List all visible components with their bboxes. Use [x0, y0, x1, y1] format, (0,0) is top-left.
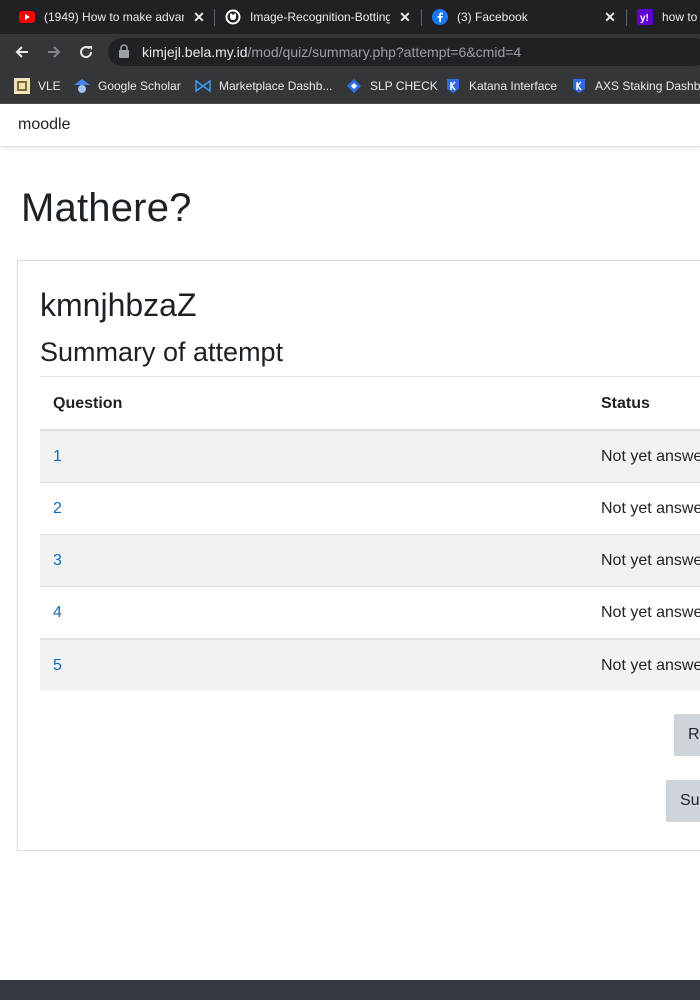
table-row: 1 Not yet answe [40, 430, 700, 482]
tab-github[interactable]: Image-Recognition-Botting ✕ [225, 0, 413, 34]
question-link[interactable]: 4 [53, 604, 62, 622]
bookmark-katana[interactable]: Katana Interface [445, 76, 557, 96]
github-icon [225, 9, 241, 25]
svg-text:y!: y! [640, 13, 649, 24]
bookmark-axs-staking[interactable]: AXS Staking Dashb... [571, 76, 700, 96]
table-header-row: Question Status [40, 377, 700, 431]
bookmark-slp-check[interactable]: SLP CHECK [346, 76, 438, 96]
return-to-attempt-button[interactable]: Re [674, 714, 700, 756]
question-status: Not yet answe [601, 500, 700, 517]
page-title: Mathere? [21, 186, 192, 230]
submit-all-button[interactable]: Sul [666, 780, 700, 822]
youtube-icon [19, 9, 35, 25]
quiz-name-heading: kmnjhbzaZ [40, 287, 197, 323]
tab-title: Image-Recognition-Botting [250, 10, 390, 24]
back-icon[interactable] [10, 40, 34, 64]
question-link[interactable]: 2 [53, 500, 62, 518]
bookmark-label: Google Scholar [98, 79, 181, 93]
table-row: 3 Not yet answe [40, 534, 700, 586]
tab-title: how to [662, 10, 698, 24]
url-text[interactable]: kimjejl.bela.my.id/mod/quiz/summary.php?… [142, 44, 521, 60]
google-scholar-icon [74, 78, 90, 94]
question-link[interactable]: 3 [53, 552, 62, 570]
bookmark-label: Katana Interface [469, 79, 558, 93]
tab-title: (3) Facebook [457, 10, 528, 24]
marketplace-icon [195, 78, 211, 94]
reload-icon[interactable] [74, 40, 98, 64]
site-name-link[interactable]: moodle [18, 116, 70, 134]
page-footer [0, 980, 700, 1000]
summary-heading: Summary of attempt [40, 337, 284, 367]
table-row: 4 Not yet answe [40, 586, 700, 638]
column-header-question: Question [53, 395, 123, 412]
tab-yahoo[interactable]: y! how to [637, 0, 700, 34]
question-status: Not yet answe [601, 448, 700, 465]
tab-divider [421, 9, 422, 26]
tab-divider [626, 9, 627, 26]
question-status: Not yet answe [601, 657, 700, 674]
url-path: /mod/quiz/summary.php?attempt=6&cmid=4 [247, 44, 522, 60]
url-host: kimjejl.bela.my.id [142, 44, 248, 60]
table-row: 5 Not yet answe [40, 638, 700, 691]
bookmark-marketplace[interactable]: Marketplace Dashb... [195, 76, 332, 96]
bookmark-label: SLP CHECK [370, 79, 438, 93]
lock-icon[interactable] [118, 44, 132, 60]
bookmark-label: Marketplace Dashb... [219, 79, 333, 93]
browser-tab-strip: (1949) How to make advan ✕ Image-Recogni… [0, 0, 700, 34]
column-header-status: Status [601, 395, 650, 412]
katana-icon [445, 78, 461, 94]
bookmark-google-scholar[interactable]: Google Scholar [74, 76, 181, 96]
forward-icon[interactable] [42, 40, 66, 64]
question-status: Not yet answe [601, 552, 700, 569]
facebook-icon [432, 9, 448, 25]
slp-icon [346, 78, 362, 94]
bookmark-label: AXS Staking Dashb... [595, 79, 700, 93]
bookmark-vle[interactable]: VLE [14, 76, 61, 96]
question-status: Not yet answe [601, 604, 700, 621]
close-tab-icon[interactable]: ✕ [602, 9, 618, 25]
question-link[interactable]: 1 [53, 448, 62, 466]
tab-youtube[interactable]: (1949) How to make advan ✕ [19, 0, 207, 34]
close-tab-icon[interactable]: ✕ [397, 9, 413, 25]
yahoo-icon: y! [637, 9, 653, 25]
tab-divider [214, 9, 215, 26]
bookmark-label: VLE [38, 79, 61, 93]
bookmarks-bar: VLE Google Scholar Marketplace Dashb... … [0, 70, 700, 104]
axs-icon [571, 78, 587, 94]
table-row: 2 Not yet answe [40, 482, 700, 534]
vle-icon [14, 78, 30, 94]
close-tab-icon[interactable]: ✕ [191, 9, 207, 25]
tab-title: (1949) How to make advan [44, 10, 184, 24]
tab-facebook[interactable]: (3) Facebook ✕ [432, 0, 618, 34]
question-link[interactable]: 5 [53, 657, 62, 675]
site-header: moodle [0, 104, 700, 147]
